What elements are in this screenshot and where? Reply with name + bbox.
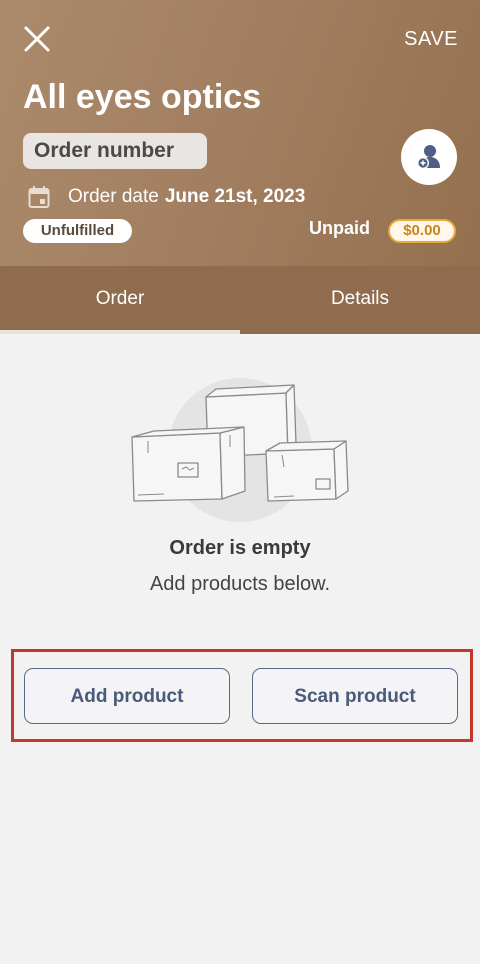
empty-state-title: Order is empty [169, 537, 311, 559]
tab-bar: Order Details [0, 266, 480, 334]
tab-details[interactable]: Details [240, 266, 480, 334]
product-actions: Add product Scan product [11, 649, 473, 742]
empty-boxes-illustration [131, 378, 349, 522]
order-date-row: Order date June 21st, 2023 [28, 184, 305, 210]
tab-order[interactable]: Order [0, 266, 240, 334]
payment-status-label: Unpaid [309, 218, 370, 238]
add-customer-icon [417, 145, 440, 169]
calendar-icon [28, 186, 50, 208]
empty-state-subtitle: Add products below. [149, 573, 331, 595]
order-date-label: Order date [68, 186, 159, 207]
order-date-value: June 21st, 2023 [164, 186, 306, 207]
order-number-field[interactable]: Order number [23, 133, 207, 169]
add-product-button[interactable]: Add product [24, 668, 230, 724]
add-customer-button[interactable] [401, 129, 457, 185]
close-icon [24, 26, 50, 52]
save-button[interactable]: SAVE [404, 28, 458, 51]
order-header: SAVE All eyes optics Order number Order … [0, 0, 480, 266]
fulfillment-status-badge: Unfulfilled [23, 219, 132, 243]
page-title: All eyes optics [23, 78, 262, 116]
close-button[interactable] [20, 22, 54, 56]
amount-badge: $0.00 [388, 219, 456, 243]
scan-product-button[interactable]: Scan product [252, 668, 458, 724]
